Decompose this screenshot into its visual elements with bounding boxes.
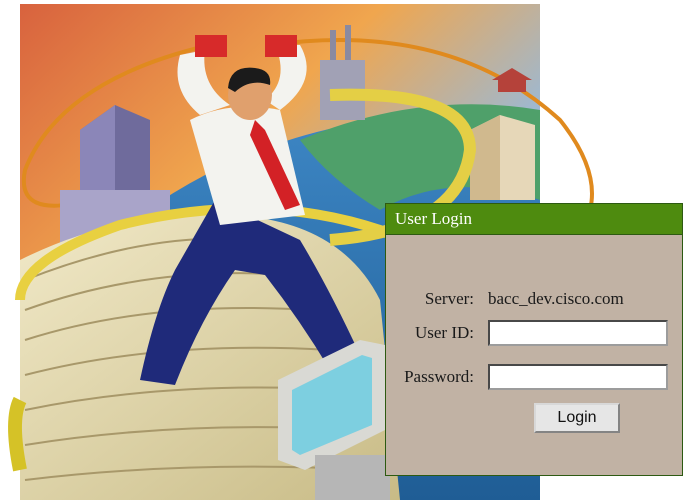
login-button[interactable]: Login <box>534 403 620 433</box>
userid-row: User ID: <box>386 318 682 348</box>
password-input[interactable] <box>488 364 668 390</box>
login-title: User Login <box>386 204 682 235</box>
right-building <box>470 115 535 200</box>
password-label: Password: <box>404 367 474 386</box>
password-row: Password: <box>386 362 682 392</box>
userid-input[interactable] <box>488 320 668 346</box>
userid-label: User ID: <box>414 323 474 342</box>
server-row: Server: bacc_dev.cisco.com <box>386 284 682 314</box>
stair-rail-2 <box>8 396 27 472</box>
login-dialog: User Login Server: bacc_dev.cisco.com Us… <box>385 203 683 476</box>
server-label: Server: <box>424 289 474 308</box>
server-value: bacc_dev.cisco.com <box>488 289 624 308</box>
